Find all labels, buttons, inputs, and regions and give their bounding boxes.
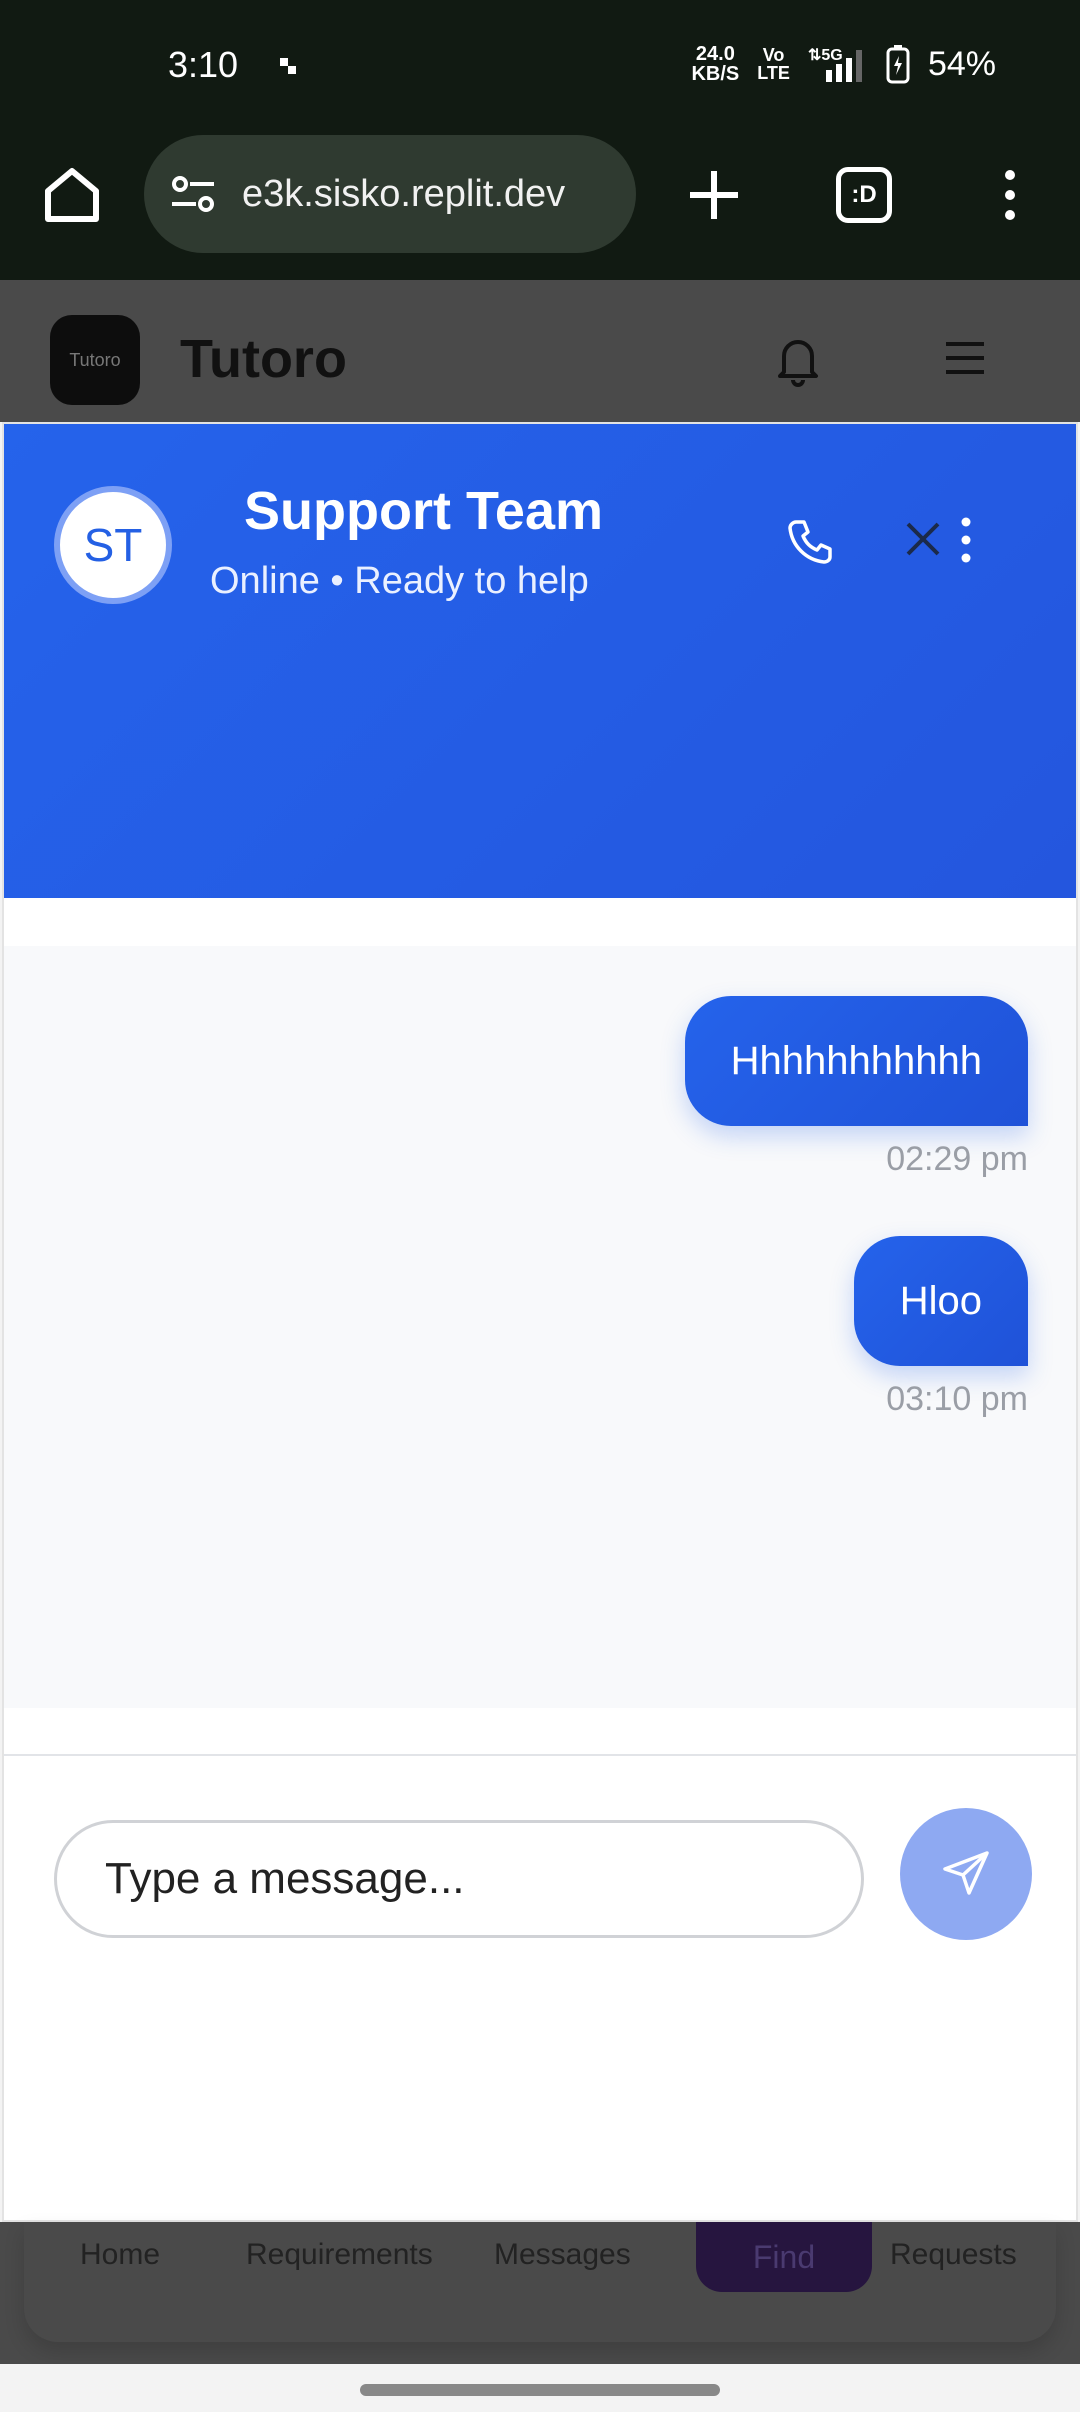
input-divider: [4, 1754, 1076, 1756]
svg-text:⇅5G: ⇅5G: [808, 47, 843, 64]
chat-contact-name: Support Team: [244, 481, 604, 541]
bottom-nav-panel: Home Requirements Messages Find Requests: [24, 2222, 1056, 2342]
status-time: 3:10: [168, 44, 239, 85]
nav-item-home[interactable]: Home: [80, 2238, 160, 2272]
signal-icon: ⇅5G: [808, 47, 862, 82]
battery-percent: 54%: [927, 44, 996, 83]
url-text: e3k.sisko.replit.dev: [242, 172, 566, 215]
chat-more-icon[interactable]: [956, 514, 976, 566]
chat-contact-status: Online • Ready to help: [210, 560, 589, 602]
tab-switcher-button[interactable]: :D: [836, 167, 892, 223]
app-title: Tutoro: [180, 329, 347, 389]
new-tab-icon[interactable]: [680, 161, 748, 229]
bell-icon[interactable]: [774, 332, 822, 388]
site-settings-icon[interactable]: [166, 166, 222, 222]
nav-item-requests[interactable]: Requests: [890, 2238, 1017, 2272]
message-item: Hhhhhhhhhhh 02:29 pm: [684, 996, 1028, 1179]
nav-item-find[interactable]: Find: [696, 2222, 872, 2292]
volte-icon: Vo LTE: [757, 45, 790, 83]
message-item: Hloo 03:10 pm: [853, 1236, 1028, 1419]
more-vert-icon[interactable]: [990, 161, 1030, 229]
chat-window: ST Support Team Online • Ready to help H…: [2, 422, 1078, 2222]
browser-toolbar: e3k.sisko.replit.dev :D: [0, 135, 1080, 280]
phone-icon[interactable]: [784, 516, 836, 568]
battery-icon: [886, 45, 910, 84]
avatar: ST: [54, 486, 172, 604]
send-button[interactable]: [900, 1808, 1032, 1940]
close-icon[interactable]: [904, 520, 942, 558]
gesture-bar: [0, 2364, 1080, 2412]
network-speed: 24.0 KB/S: [691, 43, 740, 85]
bottom-navigation: Home Requirements Messages Find Requests: [0, 2222, 1080, 2364]
app-header: Tutoro Tutoro: [0, 280, 1080, 422]
message-time: 02:29 pm: [886, 1140, 1028, 1178]
notification-dot-icon: [280, 58, 296, 74]
home-icon[interactable]: [38, 161, 106, 229]
status-icons: 24.0 KB/S Vo LTE ⇅5G 54%: [691, 44, 996, 84]
message-bubble: Hloo: [853, 1236, 1028, 1366]
app-logo: Tutoro: [50, 315, 140, 405]
send-icon: [943, 1851, 989, 1895]
address-bar[interactable]: e3k.sisko.replit.dev: [144, 135, 636, 253]
message-time: 03:10 pm: [886, 1380, 1028, 1418]
message-input[interactable]: [54, 1820, 864, 1938]
chat-header: ST Support Team Online • Ready to help: [4, 424, 1076, 898]
nav-item-messages[interactable]: Messages: [494, 2238, 631, 2272]
messages-list: Hhhhhhhhhhh 02:29 pm Hloo 03:10 pm: [4, 946, 1076, 1708]
home-indicator[interactable]: [360, 2384, 720, 2396]
nav-item-requirements[interactable]: Requirements: [246, 2238, 433, 2272]
status-bar: 3:10 24.0 KB/S Vo LTE ⇅5G 54%: [0, 0, 1080, 135]
message-bubble: Hhhhhhhhhhh: [684, 996, 1028, 1126]
hamburger-menu-icon[interactable]: [944, 338, 986, 378]
